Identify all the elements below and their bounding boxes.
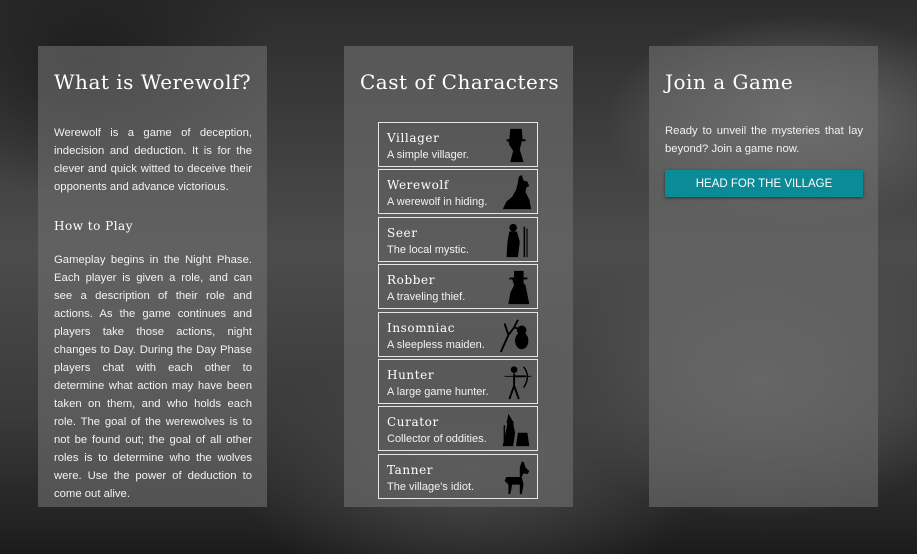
hunter-icon (497, 363, 535, 401)
villager-icon (497, 126, 535, 164)
about-intro: Werewolf is a game of deception, indecis… (54, 127, 252, 193)
cast-description: The local mystic. (387, 243, 469, 256)
werewolf-icon (497, 173, 535, 211)
cast-item-robber: Robber A traveling thief. (378, 264, 538, 310)
join-text: Ready to unveil the mysteries that lay b… (665, 125, 863, 155)
cast-item-werewolf: Werewolf A werewolf in hiding. (378, 169, 538, 215)
cast-description: A traveling thief. (387, 291, 466, 304)
cast-panel: Cast of Characters Villager A simple vil… (344, 46, 573, 507)
cast-name: Werewolf (387, 178, 449, 193)
tanner-icon (497, 458, 535, 496)
cast-name: Insomniac (387, 320, 456, 335)
head-for-village-button[interactable]: HEAD FOR THE VILLAGE (665, 170, 863, 197)
about-panel: What is Werewolf? Werewolf is a game of … (38, 46, 267, 507)
cast-list: Villager A simple villager. Werewolf A w… (378, 122, 538, 501)
cast-name: Curator (387, 415, 439, 430)
cast-title: Cast of Characters (360, 70, 560, 94)
cast-item-hunter: Hunter A large game hunter. (378, 358, 538, 404)
insomniac-icon (497, 316, 535, 354)
cast-description: The village's idiot. (387, 480, 475, 493)
cast-description: Collector of oddities. (387, 433, 487, 446)
cast-item-seer: Seer The local mystic. (378, 216, 538, 262)
robber-icon (497, 268, 535, 306)
curator-icon (497, 410, 535, 448)
cast-description: A werewolf in hiding. (387, 196, 488, 209)
cast-description: A simple villager. (387, 149, 469, 161)
cast-item-villager: Villager A simple villager. (378, 122, 538, 167)
about-title: What is Werewolf? (54, 70, 252, 94)
cast-name: Hunter (387, 367, 435, 382)
how-to-play-text: Gameplay begins in the Night Phase. Each… (54, 254, 252, 500)
join-title: Join a Game (665, 70, 794, 94)
join-panel: Join a Game Ready to unveil the mysterie… (649, 46, 878, 507)
seer-icon (497, 221, 535, 259)
cast-description: A sleepless maiden. (387, 338, 485, 351)
cast-item-curator: Curator Collector of oddities. (378, 406, 538, 452)
cast-item-tanner: Tanner The village's idiot. (378, 453, 538, 499)
cast-item-insomniac: Insomniac A sleepless maiden. (378, 311, 538, 357)
cast-name: Robber (387, 273, 436, 288)
how-to-play-heading: How to Play (54, 219, 133, 233)
cast-name: Seer (387, 225, 418, 240)
cast-name: Villager (387, 131, 440, 145)
cast-name: Tanner (387, 462, 434, 477)
cast-description: A large game hunter. (387, 385, 489, 398)
